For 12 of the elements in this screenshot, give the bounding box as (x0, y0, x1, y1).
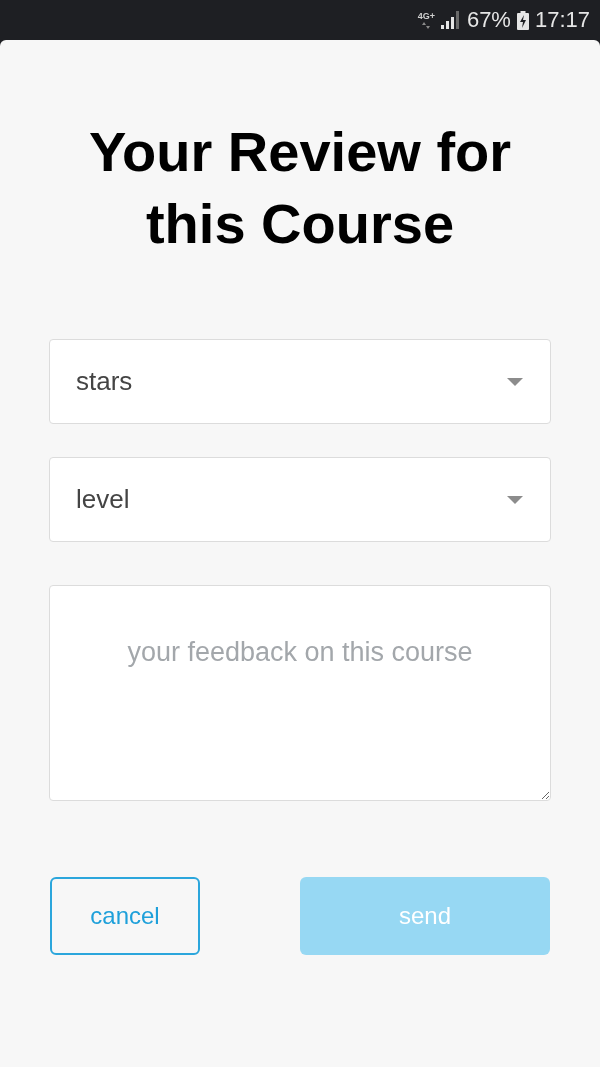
page-title: Your Review for this Course (87, 119, 513, 257)
feedback-field[interactable]: your feedback on this course (49, 585, 551, 801)
data-arrows-icon (422, 21, 431, 29)
clock-text: 17:17 (534, 9, 590, 31)
signal-icon (440, 11, 461, 29)
network-type-text: 4G+ (417, 11, 435, 21)
caret-down-icon (507, 495, 523, 504)
select-dropdown[interactable]: stars (49, 339, 551, 424)
caret-down-icon (507, 377, 523, 386)
battery-charging-icon (516, 10, 529, 30)
battery-percent-text: 67% (466, 9, 511, 31)
select-dropdown[interactable]: level (49, 457, 551, 542)
